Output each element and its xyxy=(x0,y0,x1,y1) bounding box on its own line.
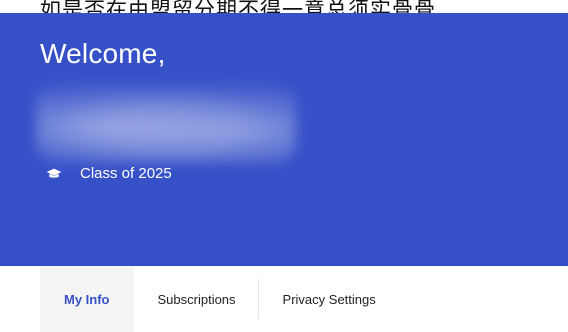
welcome-banner: Welcome, Class of 2025 xyxy=(0,13,568,266)
graduation-cap-icon xyxy=(46,168,62,178)
tab-label: Privacy Settings xyxy=(282,291,376,307)
welcome-title: Welcome, xyxy=(40,38,166,69)
class-year-label: Class of 2025 xyxy=(80,165,172,182)
redacted-user-name xyxy=(36,83,296,163)
tab-privacy-settings[interactable]: Privacy Settings xyxy=(259,266,400,332)
tab-label: Subscriptions xyxy=(157,291,236,307)
tab-label: My Info xyxy=(64,291,110,307)
profile-tabs: My Info Subscriptions Privacy Settings xyxy=(40,266,400,332)
tab-my-info[interactable]: My Info xyxy=(40,266,134,332)
tab-subscriptions[interactable]: Subscriptions xyxy=(134,266,258,332)
class-year-row: Class of 2025 xyxy=(46,165,172,182)
